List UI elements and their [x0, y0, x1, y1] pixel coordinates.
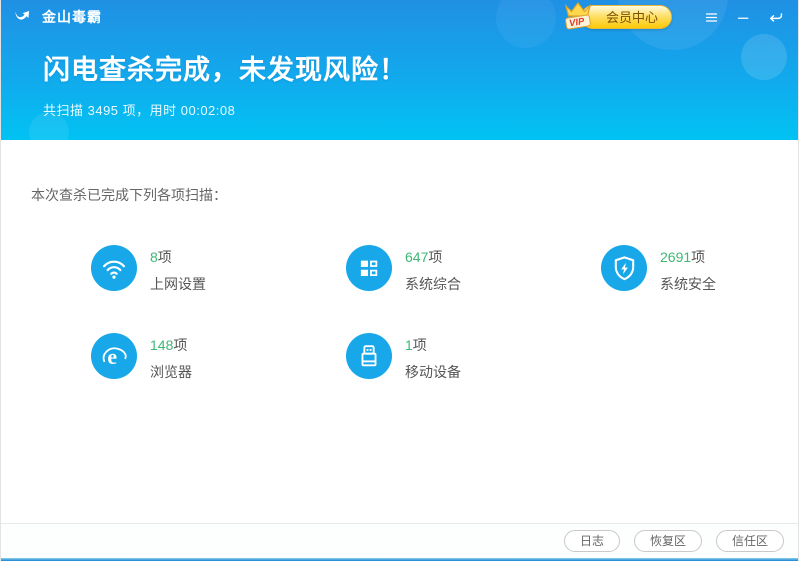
app-logo-icon	[13, 4, 35, 31]
scan-item-1: 8项上网设置	[91, 245, 346, 294]
scan-item-3: 2691项系统安全	[601, 245, 798, 294]
grid-icon	[346, 245, 392, 291]
scan-item-label: 系统综合	[405, 276, 461, 292]
log-button[interactable]: 日志	[563, 529, 620, 553]
return-arrow-icon	[769, 12, 782, 22]
hamburger-icon	[705, 12, 717, 22]
browser-icon: e	[91, 333, 137, 379]
scan-item-count: 1项	[405, 337, 427, 353]
menu-button[interactable]	[698, 5, 724, 29]
recovery-zone-button[interactable]: 恢复区	[633, 529, 702, 553]
scan-item-count: 2691项	[660, 249, 706, 265]
app-logo: 金山毒霸	[13, 4, 102, 31]
section-title: 本次查杀已完成下列各项扫描：	[31, 187, 227, 203]
scan-item-2: 647项系统综合	[346, 245, 601, 294]
minimize-icon	[737, 17, 748, 19]
scan-item-label: 浏览器	[150, 364, 192, 380]
decorative-circle	[741, 34, 787, 80]
vip-member-center-button[interactable]: VIP 会员中心	[564, 2, 672, 30]
scan-item-5: 1项移动设备	[346, 333, 601, 382]
scan-item-label: 移动设备	[405, 364, 461, 380]
window-controls	[698, 5, 788, 29]
shield-icon	[601, 245, 647, 291]
footer-bar: 日志 恢复区 信任区	[1, 523, 798, 558]
app-title: 金山毒霸	[42, 9, 102, 25]
usb-icon	[346, 333, 392, 379]
titlebar: 金山毒霸 VIP 会员中心	[1, 0, 798, 34]
scan-results-grid: 8项 上网设置 647项 系统综合 2691项 系统安全 e 148项 浏览器 1项 移动设备	[91, 245, 798, 382]
app-window: 金山毒霸 VIP 会员中心 闪电查杀完成，未发现风险！ 共扫描 3495 项，用…	[0, 0, 799, 561]
scan-item-count: 647项	[405, 249, 443, 265]
scan-item-label: 系统安全	[660, 276, 716, 292]
minimize-button[interactable]	[730, 5, 756, 29]
scan-result-header: 金山毒霸 VIP 会员中心 闪电查杀完成，未发现风险！ 共扫描 3495 项，用…	[1, 0, 798, 140]
back-to-main-button[interactable]	[762, 5, 788, 29]
scan-item-4: e 148项浏览器	[91, 333, 346, 382]
wifi-icon	[91, 245, 137, 291]
scan-summary: 共扫描 3495 项，用时 00:02:08	[43, 103, 236, 118]
trust-zone-button[interactable]: 信任区	[715, 529, 784, 553]
scan-complete-title: 闪电查杀完成，未发现风险！	[43, 55, 407, 85]
vip-member-center-label: 会员中心	[605, 9, 658, 25]
scan-item-count: 8项	[150, 249, 172, 265]
scan-details-panel: 本次查杀已完成下列各项扫描： 8项 上网设置 647项 系统综合 2691项 系统安全 e 1…	[1, 185, 798, 382]
scan-item-label: 上网设置	[150, 276, 206, 292]
svg-text:VIP: VIP	[568, 16, 585, 29]
scan-item-count: 148项	[150, 337, 188, 353]
vip-crown-icon: VIP	[560, 0, 596, 31]
